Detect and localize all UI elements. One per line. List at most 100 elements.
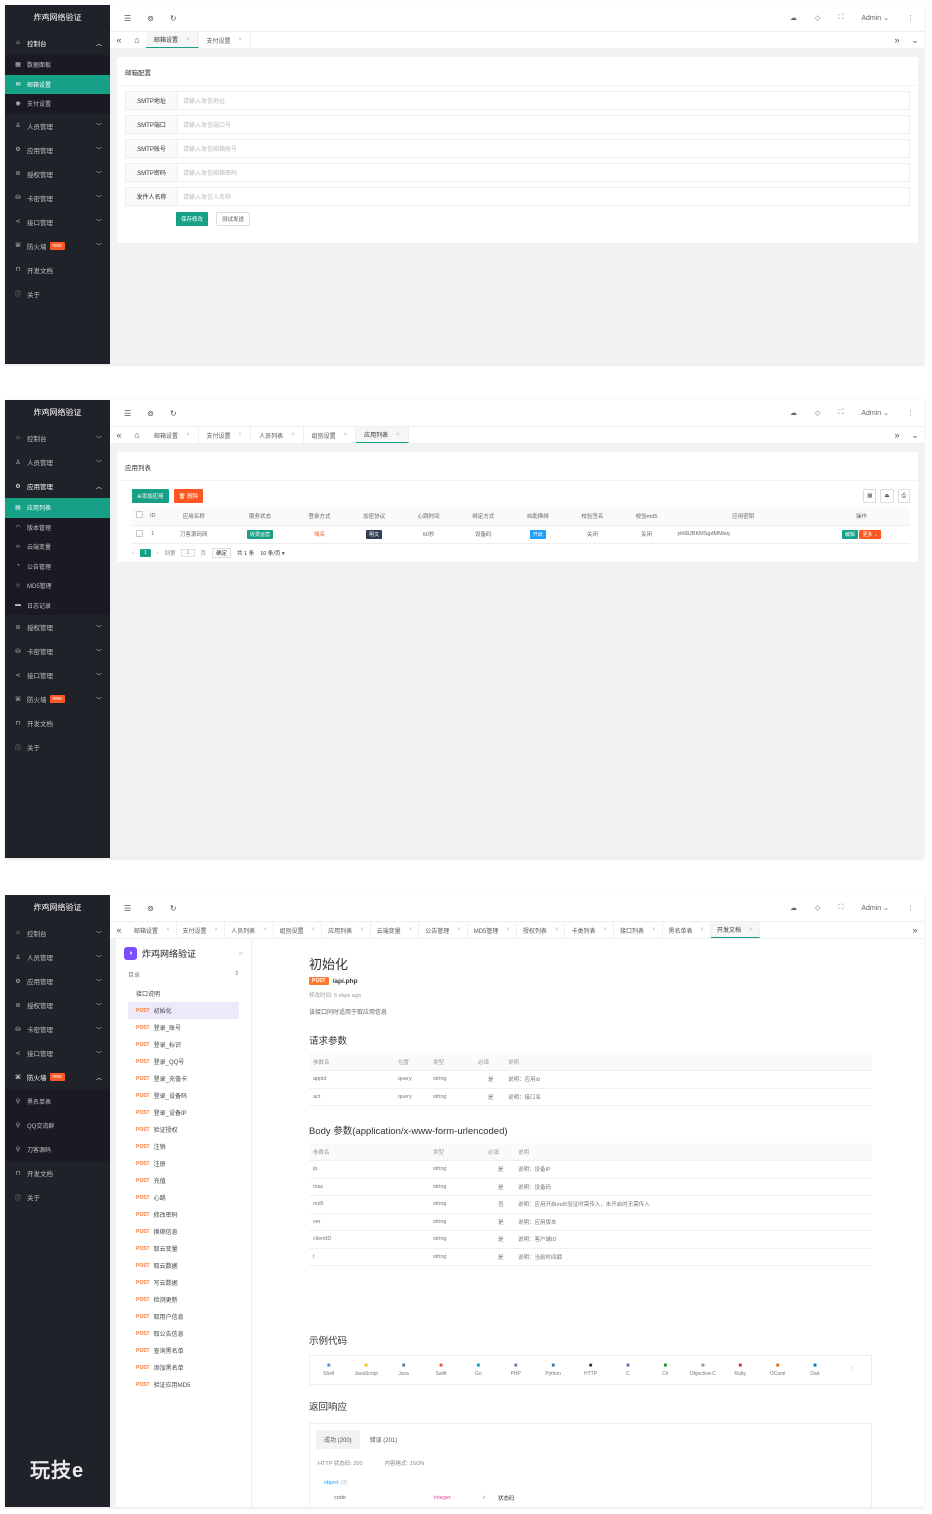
close-icon[interactable]: × (186, 432, 190, 438)
lang-go[interactable]: ■ Go (460, 1363, 497, 1377)
nav-dashboard[interactable]: ⌂ 控制台 ︿ (5, 31, 110, 55)
row-checkbox[interactable] (135, 529, 143, 537)
cloud-icon[interactable]: ☁ (790, 14, 797, 22)
more-icon[interactable]: ⋮ (907, 409, 914, 417)
tab-item[interactable]: 应用列表 × (322, 922, 371, 938)
menu-icon[interactable]: ☰ (124, 904, 131, 913)
page-size-select[interactable]: 10 条/页 ▾ (260, 549, 284, 557)
tab-item[interactable]: 云端变量 × (371, 922, 420, 938)
close-icon[interactable]: × (239, 432, 243, 438)
test-send-button[interactable]: 测试发送 (216, 212, 251, 226)
select-all-checkbox[interactable] (135, 511, 143, 519)
nav-api[interactable]: ≺ 接口管理 ﹀ (5, 1041, 110, 1065)
close-icon[interactable]: × (506, 927, 510, 933)
nav-md5[interactable]: ☆ MD5管理 (5, 576, 110, 596)
tabs-down-icon[interactable]: ⌄ (906, 427, 924, 443)
nav-firewall[interactable]: ⌘ 防火墙 new ﹀ (5, 687, 110, 711)
tabs-down-icon[interactable]: ⌄ (906, 32, 924, 48)
close-icon[interactable]: × (344, 432, 348, 438)
doc-item[interactable]: POST 验证授权 (116, 1121, 251, 1138)
theme-icon[interactable]: ⊚ (147, 409, 154, 418)
doc-item[interactable]: POST 充值 (116, 1172, 251, 1189)
doc-item[interactable]: POST 添加黑名单 (116, 1359, 251, 1376)
tab-mail[interactable]: 邮箱设置 × (146, 32, 199, 48)
doc-item[interactable]: POST 取云数据 (116, 1257, 251, 1274)
lang-objectivec[interactable]: ■ Objective-C (684, 1363, 721, 1377)
doc-item[interactable]: POST 查询黑名单 (116, 1342, 251, 1359)
nav-auth[interactable]: ⊘ 授权管理 ﹀ (5, 993, 110, 1017)
lang-java[interactable]: ■ Java (385, 1363, 422, 1377)
cloud-icon[interactable]: ☁ (790, 904, 797, 912)
field-input[interactable]: 请输入发信地址 (177, 91, 910, 110)
tab-pay[interactable]: 支付设置 × (199, 32, 252, 48)
export-icon[interactable]: ⏏ (880, 489, 894, 503)
nav-apps[interactable]: ⚙ 应用管理 ︿ (5, 474, 110, 498)
nav-about[interactable]: ⓘ 关于 (5, 282, 110, 306)
go-button[interactable]: 确定 (212, 547, 232, 558)
lang-c[interactable]: ■ C (609, 1363, 646, 1377)
refresh-icon[interactable]: ↻ (170, 409, 177, 418)
nav-dashboard[interactable]: ⌂ 控制台 ﹀ (5, 921, 110, 945)
nav-dashboard[interactable]: ⌂ 控制台 ﹀ (5, 426, 110, 450)
tabs-right-icon[interactable]: » (888, 427, 906, 443)
search-icon[interactable]: ⌕ (239, 949, 243, 959)
close-icon[interactable]: × (457, 927, 461, 933)
nav-firewall[interactable]: ⌘ 防火墙 new ︿ (5, 1065, 110, 1089)
doc-item[interactable]: POST 验证应用MD5 (116, 1376, 251, 1393)
nav-apps[interactable]: ⚙ 应用管理 ﹀ (5, 969, 110, 993)
tab-item[interactable]: 应用列表 × (356, 427, 409, 443)
tag-icon[interactable]: ◇ (815, 409, 820, 417)
nav-daoke[interactable]: ⚲ 刀客源码 (5, 1137, 110, 1161)
fullscreen-icon[interactable]: ⛶ (838, 14, 843, 22)
tabs-right-icon[interactable]: » (906, 922, 924, 938)
nav-cards[interactable]: ⛁ 卡密管理 ﹀ (5, 186, 110, 210)
nav-apps[interactable]: ⚙ 应用管理 ﹀ (5, 138, 110, 162)
doc-item[interactable]: POST 登录_标识 (116, 1036, 251, 1053)
nav-users[interactable]: ♙ 人员管理 ﹀ (5, 450, 110, 474)
lang-dart[interactable]: ■ Dart (796, 1363, 833, 1377)
lang-swift[interactable]: ■ Swift (422, 1363, 459, 1377)
lang-javascript[interactable]: ■ JavaScript (347, 1363, 384, 1377)
close-icon[interactable]: × (239, 37, 243, 43)
more-icon[interactable]: ⋮ (907, 14, 914, 22)
page-input[interactable]: 1 (181, 548, 195, 557)
user-menu[interactable]: Admin ⌄ (861, 14, 889, 22)
nav-docs[interactable]: ⊓ 开发文档 (5, 258, 110, 282)
user-menu[interactable]: Admin ⌄ (861, 904, 889, 912)
close-icon[interactable]: × (396, 432, 400, 438)
close-icon[interactable]: × (263, 927, 267, 933)
theme-icon[interactable]: ⊚ (147, 14, 154, 23)
tabs-left-icon[interactable]: « (110, 32, 128, 48)
save-button[interactable]: 保存修改 (176, 212, 209, 226)
lang-ocaml[interactable]: ■ OCaml (759, 1363, 796, 1377)
doc-item-intro[interactable]: 接口说明 (116, 985, 251, 1002)
doc-item[interactable]: POST 登录_设备IP (116, 1104, 251, 1121)
doc-item[interactable]: POST 换绑信息 (116, 1223, 251, 1240)
doc-item[interactable]: POST 修改密码 (116, 1206, 251, 1223)
nav-about[interactable]: ⓘ 关于 (5, 1185, 110, 1209)
doc-item[interactable]: POST 取公告信息 (116, 1325, 251, 1342)
prev-page-button[interactable]: ‹ (132, 550, 134, 556)
tab-item[interactable]: 人员列表 × (251, 427, 304, 443)
field-input[interactable]: 请输入发信邮箱账号 (177, 139, 910, 158)
refresh-icon[interactable]: ↻ (170, 904, 177, 913)
tab-item[interactable]: 开发文档 × (711, 922, 760, 938)
add-app-button[interactable]: ⊕添加应用 (132, 489, 169, 503)
nav-firewall[interactable]: ⌘ 防火墙 new ﹀ (5, 234, 110, 258)
tab-item[interactable]: 人员列表 × (225, 922, 274, 938)
nav-auth[interactable]: ⊘ 授权管理 ﹀ (5, 162, 110, 186)
fullscreen-icon[interactable]: ⛶ (838, 409, 843, 417)
nav-api[interactable]: ≺ 接口管理 ﹀ (5, 663, 110, 687)
tab-item[interactable]: 组别设置 × (274, 922, 323, 938)
lang-shell[interactable]: ■ Shell (310, 1363, 347, 1377)
home-tab-icon[interactable]: ⌂ (128, 427, 146, 443)
nav-users[interactable]: ♙ 人员管理 ﹀ (5, 945, 110, 969)
tag-icon[interactable]: ◇ (815, 904, 820, 912)
columns-icon[interactable]: ▦ (863, 489, 877, 503)
close-icon[interactable]: × (215, 927, 219, 933)
close-icon[interactable]: × (603, 927, 607, 933)
tab-item[interactable]: 授权列表 × (517, 922, 566, 938)
tab-error[interactable]: 错误 (201) (362, 1430, 406, 1449)
close-icon[interactable]: × (652, 927, 656, 933)
close-icon[interactable]: × (555, 927, 559, 933)
